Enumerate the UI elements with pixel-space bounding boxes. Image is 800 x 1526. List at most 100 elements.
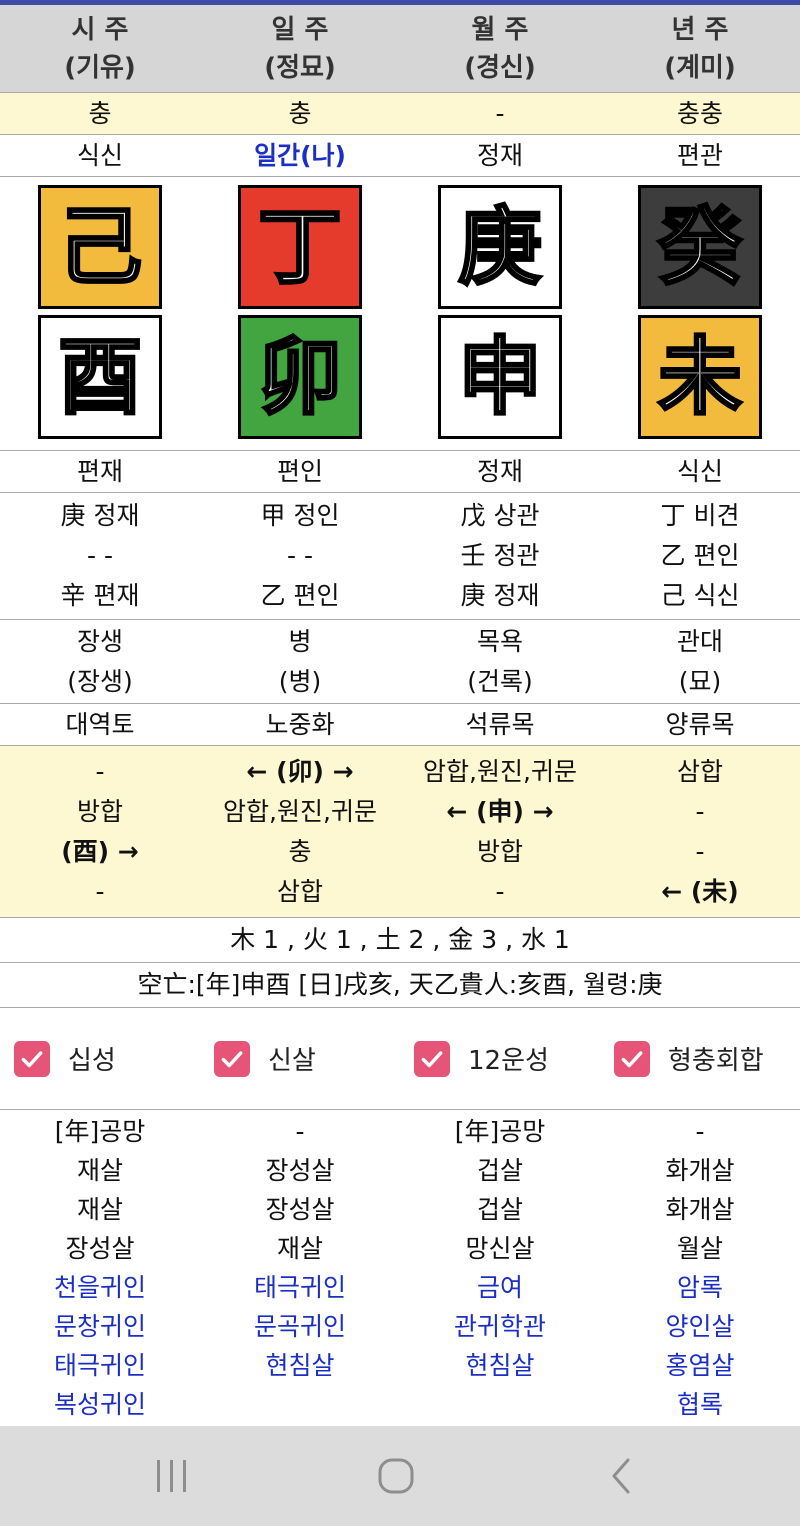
stem-tile[interactable]: 癸	[638, 185, 762, 309]
shinsal-item: 재살	[276, 1234, 323, 1263]
relation: 암합,원진,귀문	[223, 796, 377, 826]
shinsal-item: 화개살	[665, 1156, 735, 1185]
shinsal-item: 겁살	[476, 1195, 523, 1224]
ten-god: 편관	[676, 140, 723, 170]
hidden-stem: 甲 정인	[260, 501, 340, 530]
shinsal-item: [年]공망	[454, 1117, 546, 1146]
hidden-stem: 丁 비견	[660, 501, 740, 530]
gongmang-row: 空亡:[年]申酉 [日]戌亥, 天乙貴人:亥酉, 월령:庚	[0, 963, 800, 1008]
stage: 관대	[676, 626, 723, 656]
branch-tile[interactable]: 卯	[238, 315, 362, 439]
checkbox-checked-icon[interactable]	[614, 1040, 650, 1077]
napeum: 석류목	[465, 709, 535, 739]
gwiin-item: 협록	[676, 1390, 723, 1419]
hidden-stem: 庚 정재	[60, 501, 140, 530]
hidden-stem: 庚 정재	[460, 581, 540, 610]
home-button[interactable]	[366, 1456, 426, 1496]
header-hour: 시 주 (기유)	[0, 5, 200, 92]
checkbox-checked-icon[interactable]	[14, 1040, 50, 1077]
stem-ten-gods-row: 식신 일간(나) 정재 편관	[0, 135, 800, 177]
napeum-row: 대역토 노중화 석류목 양류목	[0, 704, 800, 746]
hidden-stem: 壬 정관	[460, 541, 540, 570]
gwiin-item: 복성귀인	[53, 1390, 146, 1419]
checkbox-label: 십성	[68, 1046, 116, 1076]
pillar-title: 일 주	[271, 14, 329, 45]
gwiin-item: 문창귀인	[53, 1312, 146, 1341]
checkbox-ten-gods[interactable]: 십성	[0, 1008, 200, 1109]
relation: 삼합	[276, 876, 323, 906]
shinsal-item: 장성살	[265, 1195, 335, 1224]
stage: 병	[288, 626, 312, 656]
clash-row: 충 충 - 충충	[0, 93, 800, 135]
relation: -	[695, 836, 705, 866]
gwiin-item: 양인살	[665, 1312, 735, 1341]
clash-value: 충	[88, 98, 112, 128]
shinsal-column: [年]공망 재살 재살 장성살 천을귀인 문창귀인 태극귀인 복성귀인	[0, 1112, 200, 1424]
relation: -	[695, 796, 705, 826]
shinsal-column: - 장성살 장성살 재살 태극귀인 문곡귀인 현침살	[200, 1112, 400, 1424]
checkbox-label: 형충회합	[668, 1046, 764, 1076]
back-button[interactable]	[592, 1456, 652, 1496]
stage: 장생	[76, 626, 123, 656]
ten-god: 편재	[76, 456, 123, 486]
gwiin-item: 홍염살	[665, 1351, 735, 1380]
checkbox-checked-icon[interactable]	[414, 1040, 450, 1077]
shinsal-column: - 화개살 화개살 월살 암록 양인살 홍염살 협록	[600, 1112, 800, 1424]
elements-row: 木 1 , 火 1 , 土 2 , 金 3 , 水 1	[0, 918, 800, 963]
relation-self: ← (未)	[661, 876, 739, 906]
gwiin-item: 현침살	[265, 1351, 335, 1380]
relation: 삼합	[676, 756, 723, 786]
pillar-subtitle: (정묘)	[264, 52, 336, 83]
relations-row: - 방합 (酉) → - ← (卯) → 암합,원진,귀문 충 삼합 암합,원진,귀문 ← (…	[0, 746, 800, 918]
hidden-stem: 己 식신	[660, 581, 740, 610]
recent-apps-icon	[157, 1460, 186, 1492]
hidden-stem: 乙 편인	[260, 581, 340, 610]
gwiin-item: 암록	[676, 1273, 723, 1302]
header-day: 일 주 (정묘)	[200, 5, 400, 92]
ten-god: 식신	[76, 140, 123, 170]
shinsal-item: -	[695, 1117, 705, 1146]
shinsal-item: 월살	[676, 1234, 723, 1263]
shinsal-item: 겁살	[476, 1156, 523, 1185]
shinsal-item: 장성살	[265, 1156, 335, 1185]
hidden-stem: 辛 편재	[60, 581, 140, 610]
gwiin-item: 문곡귀인	[253, 1312, 346, 1341]
stage-alt: (묘)	[678, 666, 722, 696]
gwiin-item: 현침살	[465, 1351, 535, 1380]
checkbox-relations[interactable]: 형충회합	[600, 1008, 800, 1109]
hidden-stem: - -	[287, 541, 313, 570]
checkbox-checked-icon[interactable]	[214, 1040, 250, 1077]
branch-tile[interactable]: 未	[638, 315, 762, 439]
ten-god: 식신	[676, 456, 723, 486]
checkbox-shinsal[interactable]: 신살	[200, 1008, 400, 1109]
clash-value: 충	[288, 98, 312, 128]
napeum: 대역토	[65, 709, 135, 739]
shinsal-section: [年]공망 재살 재살 장성살 천을귀인 문창귀인 태극귀인 복성귀인 - 장성…	[0, 1112, 800, 1424]
gwiin-item: 관귀학관	[453, 1312, 546, 1341]
pillar-header-row: 시 주 (기유) 일 주 (정묘) 월 주 (경신) 년 주 (계미)	[0, 5, 800, 93]
stem-tile[interactable]: 庚	[438, 185, 562, 309]
gwiin-item: 금여	[476, 1273, 523, 1302]
stage: 목욕	[476, 626, 523, 656]
gwiin-item: 태극귀인	[53, 1351, 146, 1380]
system-navigation-bar	[0, 1426, 800, 1526]
checkbox-12-stages[interactable]: 12운성	[400, 1008, 600, 1109]
hidden-stem: 乙 편인	[660, 541, 740, 570]
stem-tile[interactable]: 丁	[238, 185, 362, 309]
relation: 방합	[476, 836, 523, 866]
branch-tile[interactable]: 酉	[38, 315, 162, 439]
day-master-label: 일간(나)	[254, 140, 346, 170]
pillar-subtitle: (기유)	[64, 52, 136, 83]
elements-summary: 木 1 , 火 1 , 土 2 , 金 3 , 水 1	[230, 925, 570, 954]
branch-tile[interactable]: 申	[438, 315, 562, 439]
recent-apps-button[interactable]	[142, 1456, 202, 1496]
pillar-title: 년 주	[671, 14, 729, 45]
branch-ten-gods-row: 편재 편인 정재 식신	[0, 451, 800, 493]
stage-alt: (건록)	[467, 666, 533, 696]
shinsal-item: 화개살	[665, 1195, 735, 1224]
ten-god: 정재	[476, 140, 523, 170]
napeum: 노중화	[265, 709, 335, 739]
back-icon	[612, 1458, 630, 1494]
stem-tile[interactable]: 己	[38, 185, 162, 309]
hidden-stems-row: 庚 정재 - - 辛 편재 甲 정인 - - 乙 편인 戊 상관 壬 정관 庚 정재 丁 비…	[0, 493, 800, 620]
